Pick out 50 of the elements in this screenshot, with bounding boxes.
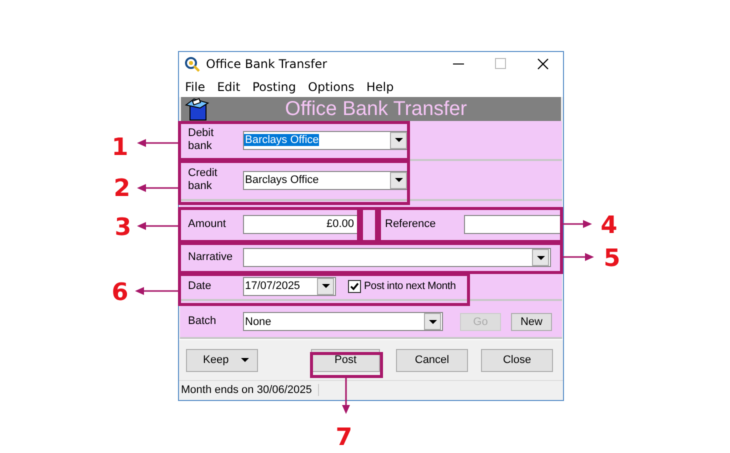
field-label: Narrative: [188, 251, 232, 264]
dropdown-arrow-icon: [394, 178, 402, 182]
annotation-arrow: [135, 287, 178, 295]
reference-field[interactable]: [464, 214, 562, 234]
callout-number: 5: [603, 244, 621, 272]
menu-item[interactable]: Options: [308, 80, 354, 94]
checkbox-label: Post into next Month: [364, 280, 456, 292]
dropdown-arrow-icon: [394, 138, 402, 142]
dropdown-field[interactable]: None: [243, 312, 443, 331]
dropdown-arrow-icon: [536, 256, 544, 260]
callout-number: 2: [113, 174, 131, 202]
annotation-arrow: [137, 184, 178, 192]
field-label: Reference: [385, 218, 437, 230]
checkbox[interactable]: [348, 280, 361, 292]
magnifier-icon: [184, 56, 200, 72]
action-button[interactable]: Close: [481, 348, 553, 372]
field-label: Credit bank: [188, 167, 218, 193]
banner-title: Office Bank Transfer: [284, 98, 468, 120]
menu-item[interactable]: File: [185, 80, 206, 94]
small-button[interactable]: New: [511, 312, 552, 330]
annotation-arrow: [563, 220, 592, 228]
field-label: Debit bank: [188, 127, 215, 153]
caret-icon: [241, 358, 249, 362]
dropdown-field[interactable]: [243, 248, 551, 267]
callout-number: 7: [335, 423, 353, 451]
annotation-arrow: [137, 139, 178, 147]
action-button[interactable]: Cancel: [396, 348, 468, 372]
dropdown-field[interactable]: Barclays Office: [243, 130, 409, 150]
menu-item[interactable]: Edit: [217, 80, 240, 94]
field-label: Date: [188, 280, 212, 292]
annotation-arrow: [563, 253, 594, 261]
field-label: Batch: [188, 315, 218, 328]
field-label: Amount: [188, 218, 227, 230]
date-field[interactable]: 17/07/2025: [243, 276, 336, 296]
amount-field[interactable]: £0.00: [243, 214, 359, 234]
dropdown-arrow-icon: [428, 320, 436, 324]
window-title: Office Bank Transfer: [206, 57, 328, 71]
callout-number: 3: [114, 213, 132, 241]
callout-number: 4: [600, 211, 618, 239]
close-icon[interactable]: [537, 58, 549, 70]
dropdown-field[interactable]: Barclays Office: [243, 170, 409, 190]
dropdown-arrow-icon: [322, 284, 330, 288]
callout-number: 6: [111, 278, 129, 306]
status-text: Month ends on 30/06/2025: [181, 384, 319, 396]
keep-button[interactable]: Keep: [186, 348, 258, 372]
annotation-arrow: [342, 377, 350, 414]
callout-number: 1: [111, 133, 129, 161]
menu-item[interactable]: Posting: [252, 80, 296, 94]
menu-item[interactable]: Help: [366, 80, 394, 94]
annotation-arrow: [137, 222, 178, 230]
